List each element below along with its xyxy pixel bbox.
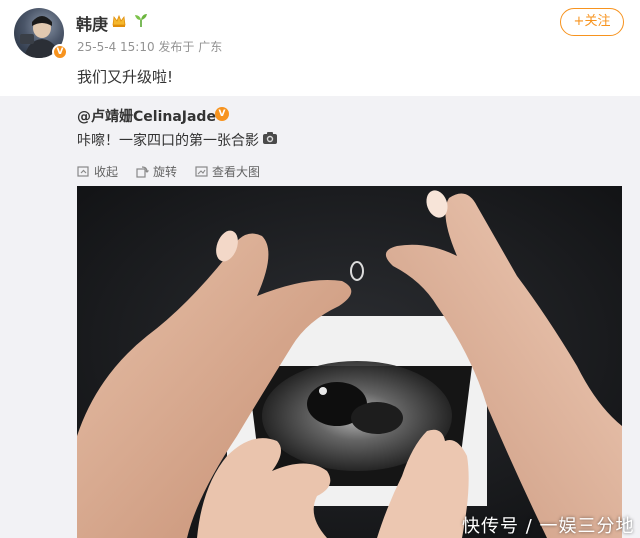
sprout-icon bbox=[135, 14, 147, 27]
post-meta: 25-5-4 15:10 发布于 广东 bbox=[77, 40, 223, 54]
repost-box: @卢靖姗CelinaJade V 咔嚓！一家四口的第一张合影 收起 旋转 查看大… bbox=[0, 96, 640, 538]
collapse-button[interactable]: 收起 bbox=[77, 162, 118, 180]
post-text: 我们又升级啦! bbox=[77, 68, 174, 86]
collapse-label: 收起 bbox=[94, 164, 119, 179]
rotate-icon bbox=[136, 165, 149, 178]
image-toolbar: 收起 旋转 查看大图 bbox=[77, 162, 260, 180]
watermark: 快传号 / 一娱三分地 bbox=[462, 516, 635, 537]
view-large-label: 查看大图 bbox=[212, 164, 261, 179]
verified-badge: V bbox=[52, 44, 68, 60]
crown-icon bbox=[112, 14, 126, 27]
post-header: V 韩庚 25-5-4 15:10 发布于 广东 +关注 我们又升级啦! bbox=[0, 0, 640, 96]
rotate-label: 旋转 bbox=[153, 164, 178, 179]
view-large-button[interactable]: 查看大图 bbox=[195, 162, 260, 180]
rotate-button[interactable]: 旋转 bbox=[136, 162, 177, 180]
repost-text: 咔嚓！一家四口的第一张合影 bbox=[77, 133, 259, 149]
follow-button[interactable]: +关注 bbox=[560, 8, 624, 36]
repost-author[interactable]: @卢靖姗CelinaJade bbox=[77, 106, 216, 126]
camera-icon bbox=[263, 132, 277, 144]
view-large-icon bbox=[195, 165, 208, 177]
collapse-icon bbox=[77, 165, 89, 177]
author-name[interactable]: 韩庚 bbox=[76, 11, 108, 35]
ultrasound-family-photo[interactable] bbox=[77, 186, 622, 538]
repost-verified-badge: V bbox=[215, 107, 229, 121]
